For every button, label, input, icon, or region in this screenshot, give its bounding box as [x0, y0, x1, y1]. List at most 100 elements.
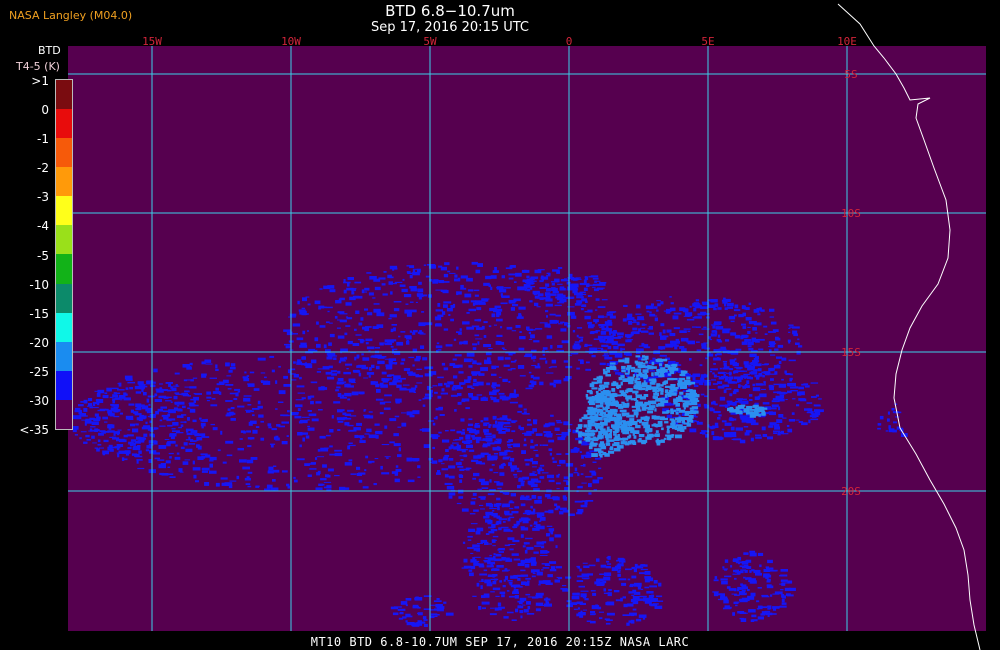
cloud-pixel [747, 345, 752, 348]
cloud-pixel [784, 587, 792, 591]
cloud-pixel [703, 326, 707, 329]
cloud-pixel [424, 322, 433, 326]
cloud-core-pixel [675, 411, 679, 415]
cloud-pixel [301, 397, 306, 400]
cloud-pixel [509, 582, 513, 586]
cloud-pixel [400, 377, 406, 380]
cloud-pixel [501, 275, 505, 279]
cloud-pixel [393, 433, 399, 437]
cloud-pixel [260, 437, 265, 441]
cloud-pixel [335, 389, 339, 392]
cloud-core-pixel [595, 390, 599, 393]
cloud-pixel [272, 479, 276, 482]
cloud-pixel [249, 371, 255, 374]
cloud-pixel [751, 569, 755, 572]
cloud-pixel [180, 446, 185, 450]
cloud-pixel [554, 503, 558, 507]
cloud-pixel [83, 408, 88, 412]
cloud-pixel [687, 330, 691, 333]
cloud-pixel [102, 394, 109, 399]
cloud-pixel [457, 393, 462, 397]
cloud-pixel [719, 367, 722, 370]
cloud-pixel [462, 300, 470, 304]
cloud-pixel [453, 338, 457, 341]
cloud-core-pixel [605, 410, 611, 413]
cloud-pixel [86, 439, 91, 441]
cloud-pixel [592, 283, 600, 286]
cloud-pixel [546, 315, 548, 318]
cloud-core-pixel [657, 420, 663, 425]
cloud-pixel [467, 427, 473, 431]
cloud-pixel [717, 307, 722, 310]
cloud-pixel [153, 452, 160, 455]
cloud-pixel [523, 443, 527, 447]
cloud-pixel [201, 361, 206, 365]
cloud-pixel [438, 265, 443, 268]
cloud-pixel [480, 539, 488, 544]
cloud-pixel [477, 318, 482, 322]
cloud-pixel [541, 545, 545, 549]
cloud-pixel [530, 285, 533, 290]
cloud-pixel [145, 421, 148, 425]
cloud-pixel [354, 328, 357, 331]
cloud-pixel [301, 416, 310, 418]
cloud-pixel [103, 432, 106, 434]
cloud-pixel [894, 416, 900, 418]
cloud-pixel [156, 389, 164, 393]
cloud-pixel [500, 526, 509, 529]
cloud-pixel [632, 589, 637, 594]
cloud-pixel [437, 303, 441, 307]
cloud-pixel [657, 303, 661, 307]
cloud-pixel [92, 429, 95, 432]
cloud-pixel [460, 287, 467, 290]
cloud-pixel [463, 558, 468, 563]
cloud-pixel [193, 399, 196, 404]
cloud-pixel [553, 384, 556, 388]
cloud-pixel [588, 483, 592, 488]
cloud-pixel [745, 307, 750, 310]
cloud-pixel [773, 391, 781, 394]
cloud-pixel [666, 414, 673, 419]
cloud-pixel [363, 414, 370, 417]
cloud-pixel [518, 306, 526, 310]
cloud-pixel [401, 422, 407, 427]
cloud-core-pixel [651, 378, 657, 383]
cloud-pixel [762, 374, 765, 378]
cloud-pixel [252, 414, 255, 417]
cloud-pixel [533, 473, 538, 476]
cloud-pixel [445, 612, 454, 616]
cloud-core-pixel [660, 367, 666, 371]
cloud-core-pixel [643, 424, 650, 429]
cloud-pixel [467, 535, 473, 538]
cloud-pixel [416, 293, 423, 297]
cloud-pixel [556, 349, 564, 352]
cloud-pixel [363, 409, 366, 412]
cloud-pixel [495, 522, 499, 526]
cloud-pixel [525, 463, 530, 466]
cloud-pixel [488, 531, 495, 534]
cloud-pixel [72, 428, 77, 433]
cloud-pixel [323, 344, 327, 349]
cloud-pixel [334, 475, 340, 477]
cloud-pixel [395, 400, 400, 404]
cloud-pixel [496, 497, 501, 501]
cloud-pixel [579, 293, 587, 296]
cloud-pixel [364, 469, 367, 472]
cloud-pixel [334, 316, 338, 319]
cloud-core-pixel [643, 394, 649, 397]
cloud-pixel [576, 327, 583, 329]
cloud-pixel [555, 545, 558, 549]
cloud-pixel [556, 453, 562, 455]
cloud-pixel [200, 453, 208, 456]
cloud-core-pixel [575, 429, 579, 433]
cloud-pixel [765, 576, 769, 579]
cloud-pixel [348, 442, 353, 444]
cloud-pixel [522, 432, 529, 435]
cloud-pixel [318, 308, 322, 310]
cloud-pixel [640, 564, 646, 566]
cloud-pixel [896, 426, 900, 430]
cloud-pixel [511, 553, 519, 556]
cloud-core-pixel [762, 407, 768, 410]
cloud-core-pixel [584, 436, 591, 440]
cloud-pixel [514, 281, 517, 283]
